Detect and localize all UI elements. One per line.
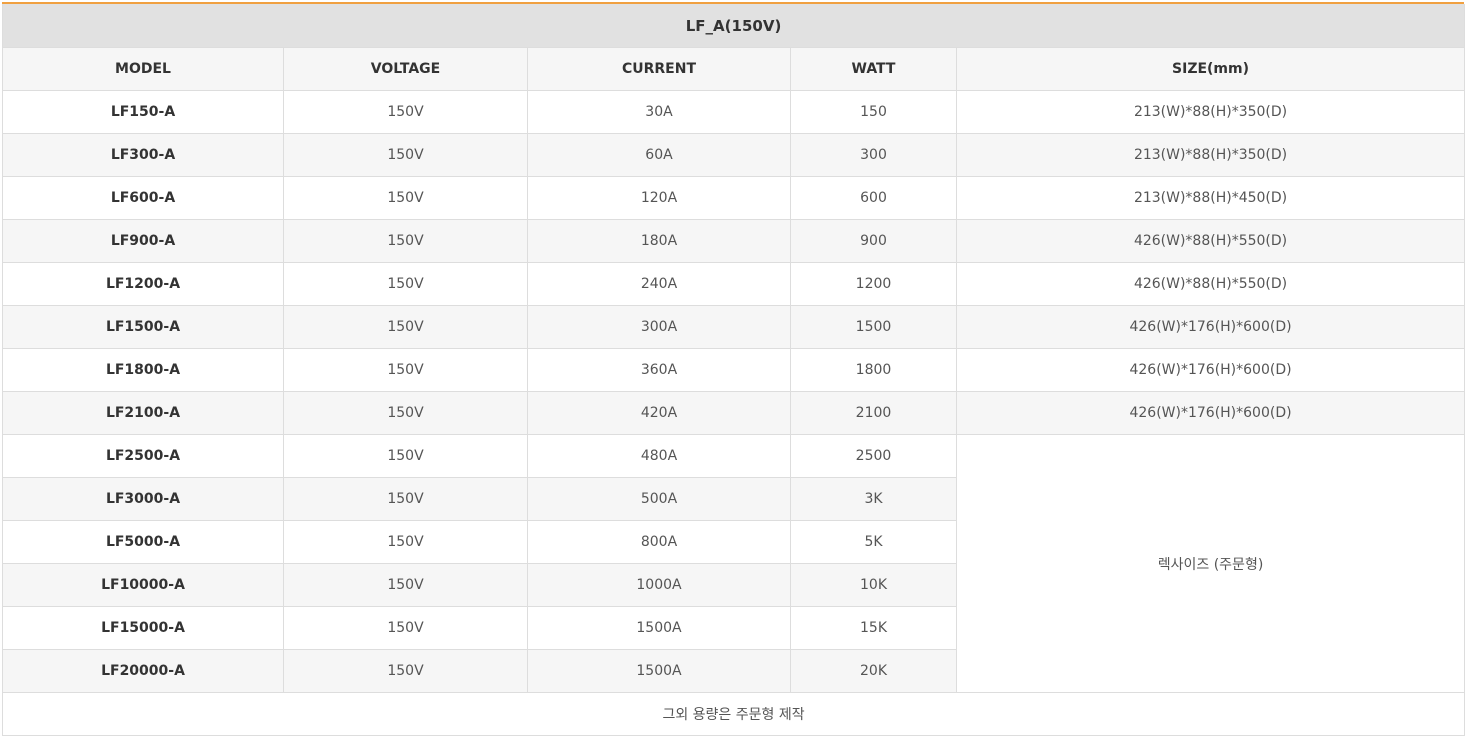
cell-watt: 600 — [790, 176, 957, 220]
cell-watt: 900 — [790, 219, 957, 263]
cell-watt: 300 — [790, 133, 957, 177]
cell-current: 360A — [527, 348, 791, 392]
cell-voltage: 150V — [283, 606, 528, 650]
cell-voltage: 150V — [283, 391, 528, 435]
cell-watt: 20K — [790, 649, 957, 693]
cell-current: 60A — [527, 133, 791, 177]
cell-voltage: 150V — [283, 133, 528, 177]
table-row: LF600-A 150V 120A 600 213(W)*88(H)*450(D) — [2, 176, 1466, 220]
header-row: MODEL VOLTAGE CURRENT WATT SIZE(mm) — [2, 47, 1466, 91]
cell-model: LF2100-A — [2, 391, 284, 435]
footer-note: 그외 용량은 주문형 제작 — [1, 692, 1466, 736]
cell-current: 180A — [527, 219, 791, 263]
cell-watt: 3K — [790, 477, 957, 521]
cell-current: 120A — [527, 176, 791, 220]
cell-model: LF3000-A — [2, 477, 284, 521]
cell-model: LF1200-A — [2, 262, 284, 306]
cell-voltage: 150V — [283, 219, 528, 263]
cell-size: 213(W)*88(H)*450(D) — [955, 176, 1466, 220]
cell-voltage: 150V — [283, 649, 528, 693]
cell-size: 426(W)*88(H)*550(D) — [955, 219, 1466, 263]
cell-current: 30A — [527, 90, 791, 134]
spec-table-container: LF_A(150V) MODEL VOLTAGE CURRENT WATT SI… — [1, 2, 1466, 736]
cell-model: LF15000-A — [2, 606, 284, 650]
header-size: SIZE(mm) — [955, 47, 1466, 91]
cell-size: 426(W)*176(H)*600(D) — [955, 305, 1466, 349]
cell-voltage: 150V — [283, 563, 528, 607]
cell-current: 420A — [527, 391, 791, 435]
table-row: LF2100-A 150V 420A 2100 426(W)*176(H)*600(D) — [2, 391, 1466, 435]
cell-model: LF5000-A — [2, 520, 284, 564]
table-row: LF900-A 150V 180A 900 426(W)*88(H)*550(D) — [2, 219, 1466, 263]
cell-voltage: 150V — [283, 90, 528, 134]
table-body: LF150-A 150V 30A 150 213(W)*88(H)*350(D) LF30… — [2, 90, 1466, 693]
cell-watt: 15K — [790, 606, 957, 650]
cell-watt: 5K — [790, 520, 957, 564]
cell-watt: 1200 — [790, 262, 957, 306]
table-row: LF150-A 150V 30A 150 213(W)*88(H)*350(D) — [2, 90, 1466, 134]
cell-current: 500A — [527, 477, 791, 521]
cell-voltage: 150V — [283, 520, 528, 564]
header-voltage: VOLTAGE — [283, 47, 528, 91]
cell-current: 1000A — [527, 563, 791, 607]
cell-model: LF900-A — [2, 219, 284, 263]
cell-watt: 2500 — [790, 434, 957, 478]
table-title: LF_A(150V) — [1, 4, 1466, 48]
cell-model: LF150-A — [2, 90, 284, 134]
cell-model: LF300-A — [2, 133, 284, 177]
cell-voltage: 150V — [283, 477, 528, 521]
cell-size: 426(W)*176(H)*600(D) — [955, 391, 1466, 435]
cell-voltage: 150V — [283, 176, 528, 220]
header-current: CURRENT — [527, 47, 791, 91]
cell-size-merged-note: 렉사이즈 (주문형) — [955, 434, 1466, 693]
cell-model: LF600-A — [2, 176, 284, 220]
cell-voltage: 150V — [283, 262, 528, 306]
header-model: MODEL — [2, 47, 284, 91]
cell-current: 800A — [527, 520, 791, 564]
cell-size: 426(W)*176(H)*600(D) — [955, 348, 1466, 392]
cell-current: 1500A — [527, 649, 791, 693]
cell-watt: 2100 — [790, 391, 957, 435]
table-row: LF1200-A 150V 240A 1200 426(W)*88(H)*550(D) — [2, 262, 1466, 306]
spec-table: LF_A(150V) MODEL VOLTAGE CURRENT WATT SI… — [1, 4, 1466, 736]
table-row: LF300-A 150V 60A 300 213(W)*88(H)*350(D) — [2, 133, 1466, 177]
cell-current: 240A — [527, 262, 791, 306]
table-row: LF2500-A 150V 480A 2500 렉사이즈 (주문형) — [2, 434, 1466, 693]
cell-voltage: 150V — [283, 434, 528, 478]
table-row: LF1800-A 150V 360A 1800 426(W)*176(H)*600(D) — [2, 348, 1466, 392]
cell-model: LF1800-A — [2, 348, 284, 392]
cell-size: 213(W)*88(H)*350(D) — [955, 133, 1466, 177]
cell-voltage: 150V — [283, 305, 528, 349]
cell-model: LF10000-A — [2, 563, 284, 607]
header-watt: WATT — [790, 47, 957, 91]
cell-size: 213(W)*88(H)*350(D) — [955, 90, 1466, 134]
cell-voltage: 150V — [283, 348, 528, 392]
cell-watt: 1500 — [790, 305, 957, 349]
cell-current: 480A — [527, 434, 791, 478]
cell-size: 426(W)*88(H)*550(D) — [955, 262, 1466, 306]
cell-model: LF20000-A — [2, 649, 284, 693]
cell-current: 300A — [527, 305, 791, 349]
table-row: LF1500-A 150V 300A 1500 426(W)*176(H)*600(D) — [2, 305, 1466, 349]
cell-current: 1500A — [527, 606, 791, 650]
cell-model: LF2500-A — [2, 434, 284, 478]
cell-watt: 10K — [790, 563, 957, 607]
cell-watt: 1800 — [790, 348, 957, 392]
cell-watt: 150 — [790, 90, 957, 134]
cell-model: LF1500-A — [2, 305, 284, 349]
